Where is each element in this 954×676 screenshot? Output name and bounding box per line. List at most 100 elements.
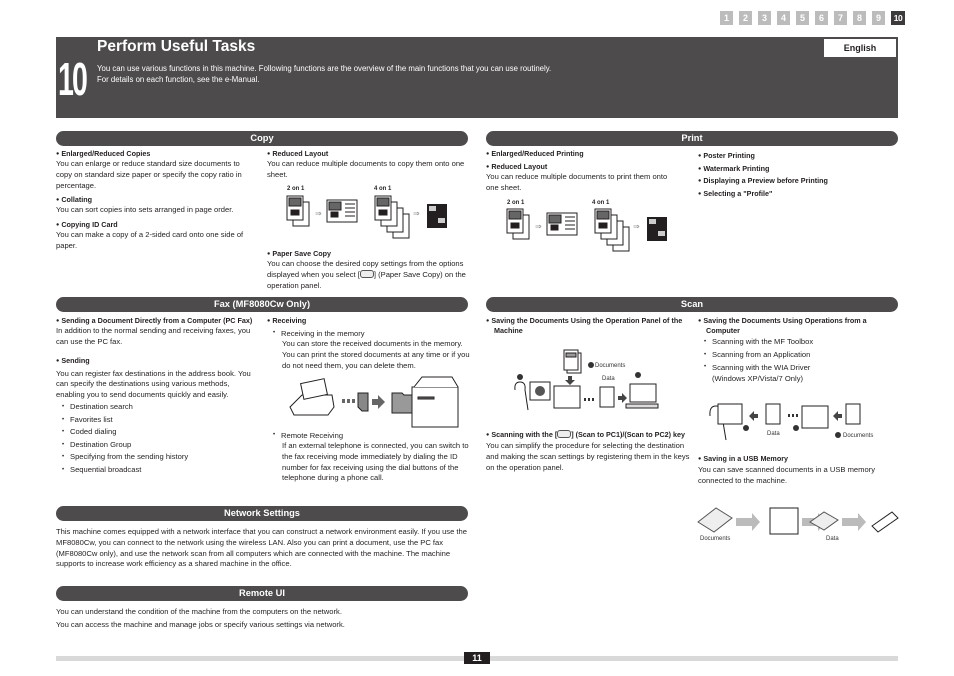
chapter-tab-8[interactable]: 8	[853, 11, 866, 25]
document-icon	[845, 403, 861, 425]
fax-machine-icon	[289, 378, 335, 416]
document-stack-icon	[286, 195, 310, 227]
memory-folder-icon	[391, 392, 413, 414]
chapter-tab-10-active[interactable]: 10	[891, 11, 905, 25]
print-poster-heading: Poster Printing	[698, 150, 898, 163]
chapter-tab-7[interactable]: 7	[834, 11, 847, 25]
print-profile-heading: Selecting a "Profile"	[698, 188, 898, 201]
data-document-icon	[765, 403, 781, 425]
scan-usb-illustration: Documents Data	[697, 507, 899, 542]
page-number: 11	[464, 652, 490, 664]
chapter-tab-4[interactable]: 4	[777, 11, 790, 25]
document-stack-icon	[506, 208, 530, 240]
remote-ui-description: You can understand the condition of the …	[56, 607, 345, 629]
printer-icon	[801, 405, 829, 429]
usb-memory-icon	[871, 511, 899, 533]
fig3-documents-label: Documents	[700, 536, 730, 542]
language-button[interactable]: English	[824, 39, 896, 57]
scan-panel: Saving the Documents Using the Operation…	[486, 316, 691, 336]
arrow-right-icon	[372, 395, 385, 409]
computer-icon	[717, 403, 743, 425]
four-up-page-icon	[647, 217, 667, 241]
page-title: Perform Useful Tasks	[97, 38, 256, 55]
data-icon	[809, 511, 839, 531]
print-enlarged-heading: Enlarged/Reduced Printing	[486, 149, 681, 159]
copy-papersave-heading: Paper Save Copy	[267, 249, 467, 259]
fax-left-column: Sending a Document Directly from a Compu…	[56, 316, 256, 477]
section-bar-print: Print	[486, 131, 898, 146]
arrow-left-icon	[833, 411, 842, 421]
arrow-right-icon	[618, 393, 627, 403]
section-bar-network: Network Settings	[56, 506, 468, 521]
fax-remote-item: Remote Receiving	[273, 430, 472, 441]
print-left-column: Enlarged/Reduced Printing Reduced Layout…	[486, 149, 681, 194]
copy-idcard-heading: Copying ID Card	[56, 220, 251, 230]
printer-icon	[553, 385, 581, 409]
combined-page-icon	[326, 199, 358, 223]
data-document-icon	[599, 386, 615, 408]
print-right-column: Poster Printing Watermark Printing Displ…	[698, 150, 898, 200]
fax-sending-item: Destination Group	[62, 439, 256, 452]
step-1-badge	[588, 362, 594, 368]
dotted-line-icon	[584, 398, 594, 401]
fax-right-column: Receiving Receiving in the memory You ca…	[267, 316, 472, 371]
scan-panel-illustration: Documents Data	[514, 349, 659, 411]
chapter-tab-6[interactable]: 6	[815, 11, 828, 25]
step-2-badge	[743, 425, 749, 431]
copy-enlarged-heading: Enlarged/Reduced Copies	[56, 149, 251, 159]
fax-receiving-heading: Receiving	[267, 316, 472, 326]
scan-key-icon	[557, 430, 572, 438]
scan-key: Scanning with the [] (Scan to PC1)/(Scan…	[486, 430, 691, 473]
scan-computer-item: Scanning with the WIA Driver (Windows XP…	[704, 361, 839, 384]
print-watermark-heading: Watermark Printing	[698, 163, 898, 176]
fax-pcfax-heading: Sending a Document Directly from a Compu…	[56, 316, 256, 326]
fax-receiving-illustration	[289, 376, 459, 428]
arrow-icon: ⇒	[413, 209, 420, 218]
dotted-arrow-icon	[342, 399, 355, 403]
chapter-tab-3[interactable]: 3	[758, 11, 771, 25]
four-page-stack-icon	[594, 208, 630, 252]
copy-papersave: Paper Save Copy You can choose the desir…	[267, 249, 467, 291]
chapter-tabs: 1 2 3 4 5 6 7 8 9 10	[720, 11, 905, 25]
arrow-icon: ⇒	[535, 222, 542, 231]
copy-4on1-label: 4 on 1	[374, 186, 392, 192]
step-1-badge	[835, 432, 841, 438]
copy-left-column: Enlarged/Reduced Copies You can enlarge …	[56, 149, 251, 252]
arrow-down-icon	[565, 376, 575, 385]
section-bar-copy: Copy	[56, 131, 468, 146]
copy-reduced-heading: Reduced Layout	[267, 149, 467, 159]
fax-sending-item: Specifying from the sending history	[62, 451, 256, 464]
chapter-tab-9[interactable]: 9	[872, 11, 885, 25]
arrow-right-icon	[842, 513, 866, 531]
printer-icon	[411, 376, 459, 428]
chapter-tab-2[interactable]: 2	[739, 11, 752, 25]
step-3-badge	[635, 372, 641, 378]
step-2-badge	[517, 374, 523, 380]
computer-icon	[629, 383, 657, 403]
four-page-stack-icon	[374, 195, 410, 239]
chapter-header: 10 Perform Useful Tasks You can use vari…	[56, 37, 898, 118]
copy-right-column: Reduced Layout You can reduce multiple d…	[267, 149, 467, 181]
paper-save-key-icon	[359, 269, 374, 278]
scan-computer-illustration: Data Documents	[709, 403, 873, 441]
print-reduced-layout-illustration: ⇒ ⇒	[506, 208, 667, 252]
chapter-tab-5[interactable]: 5	[796, 11, 809, 25]
print-reduced-heading: Reduced Layout	[486, 162, 681, 172]
fig1-data-label: Data	[602, 376, 615, 382]
arrow-left-icon	[749, 411, 758, 421]
scan-computer: Saving the Documents Using Operations fr…	[698, 316, 898, 384]
chapter-tab-1[interactable]: 1	[720, 11, 733, 25]
fax-sending-item: Sequential broadcast	[62, 464, 256, 477]
fax-memory-item: Receiving in the memory	[273, 328, 472, 339]
scan-usb-heading: Saving in a USB Memory	[698, 454, 898, 464]
fax-sending-heading: Sending	[56, 356, 256, 366]
fig1-documents-label: Documents	[595, 363, 625, 369]
combined-page-icon	[546, 212, 578, 236]
copy-reduced-layout-illustration: ⇒ ⇒	[286, 195, 447, 239]
section-bar-scan: Scan	[486, 297, 898, 312]
section-bar-remote-ui: Remote UI	[56, 586, 468, 601]
document-icon	[357, 392, 369, 412]
scan-computer-item: Scanning with the MF Toolbox	[704, 336, 898, 349]
fax-remote-receiving: Remote Receiving If an external telephon…	[267, 430, 472, 484]
intro-text: You can use various functions in this ma…	[97, 64, 552, 85]
